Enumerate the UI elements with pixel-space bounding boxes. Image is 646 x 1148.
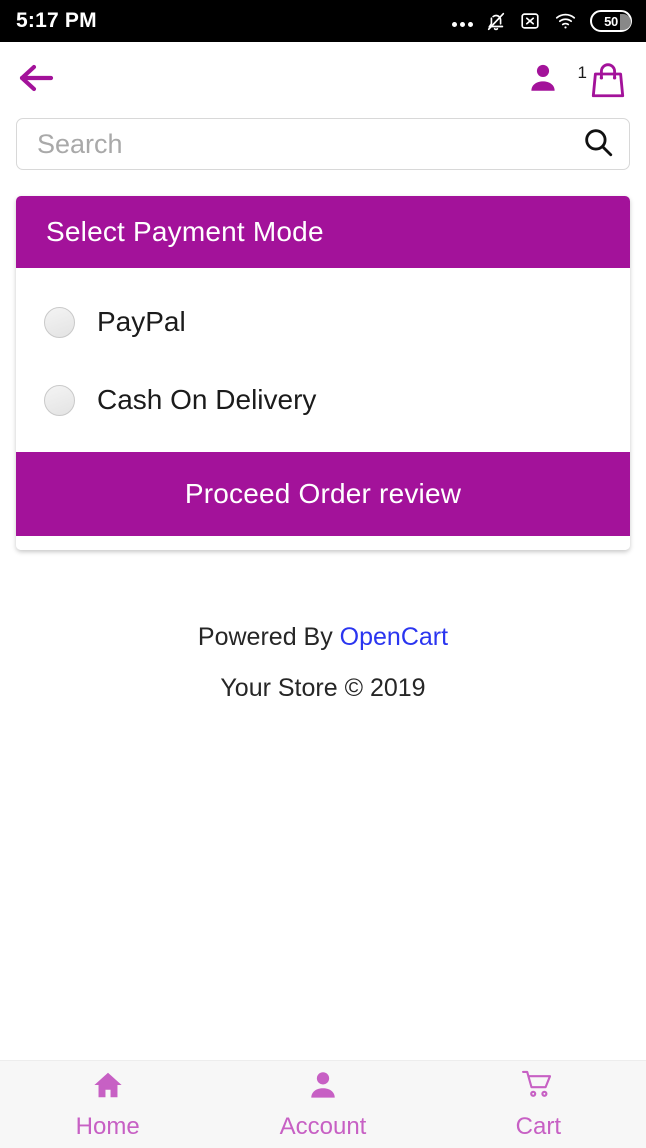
radio-button[interactable] [44, 384, 75, 416]
status-icons: 50 [452, 10, 632, 32]
user-icon[interactable] [526, 60, 560, 101]
status-time: 5:17 PM [16, 9, 97, 32]
powered-by-line: Powered By OpenCart [0, 618, 646, 657]
nav-item-home[interactable]: Home [0, 1069, 215, 1141]
person-icon [306, 1069, 340, 1106]
cart-icon [520, 1069, 556, 1106]
proceed-order-review-button[interactable]: Proceed Order review [16, 452, 630, 536]
search-box[interactable] [16, 118, 630, 170]
page-footer: Powered By OpenCart Your Store © 2019 [0, 618, 646, 708]
app-bar: 1 [0, 42, 646, 118]
app-screen: 5:17 PM 50 1 Search Select Payment Mode … [0, 0, 646, 1148]
search-row [0, 118, 646, 170]
no-sim-icon [519, 10, 541, 32]
nav-item-label: Cart [515, 1112, 561, 1140]
wifi-icon [553, 10, 578, 32]
more-dots-icon [452, 12, 473, 30]
app-bar-actions: 1 [526, 60, 626, 101]
home-icon [91, 1069, 125, 1106]
search-icon[interactable] [581, 125, 615, 164]
payment-option-label: PayPal [97, 306, 186, 337]
bell-muted-icon [485, 10, 507, 32]
battery-icon: 50 [590, 10, 632, 32]
card-footer-strip [16, 536, 630, 550]
payment-options-list: PayPal Cash On Delivery [16, 268, 630, 452]
nav-item-cart[interactable]: Cart [431, 1069, 646, 1141]
nav-item-account[interactable]: Account [215, 1069, 430, 1141]
back-arrow-icon[interactable] [14, 61, 56, 100]
nav-item-label: Home [75, 1112, 140, 1140]
payment-card-title: Select Payment Mode [16, 196, 630, 268]
payment-option-label: Cash On Delivery [97, 384, 317, 415]
battery-level: 50 [604, 13, 618, 29]
powered-by-text: Powered By [197, 623, 340, 651]
status-bar: 5:17 PM 50 [0, 0, 646, 42]
cart-button[interactable]: 1 [578, 60, 626, 100]
payment-card: Select Payment Mode PayPal Cash On Deliv… [16, 196, 630, 550]
payment-option-paypal[interactable]: PayPal [16, 296, 630, 348]
radio-button[interactable] [44, 306, 75, 338]
payment-option-cash-on-delivery[interactable]: Cash On Delivery [16, 374, 630, 426]
search-input[interactable] [37, 119, 581, 169]
nav-item-label: Account [279, 1112, 367, 1140]
opencart-link[interactable]: OpenCart [340, 623, 448, 651]
bottom-navigation: Home Account Cart [0, 1060, 646, 1148]
copyright-line: Your Store © 2019 [220, 673, 426, 702]
cart-count-badge: 1 [577, 63, 587, 82]
